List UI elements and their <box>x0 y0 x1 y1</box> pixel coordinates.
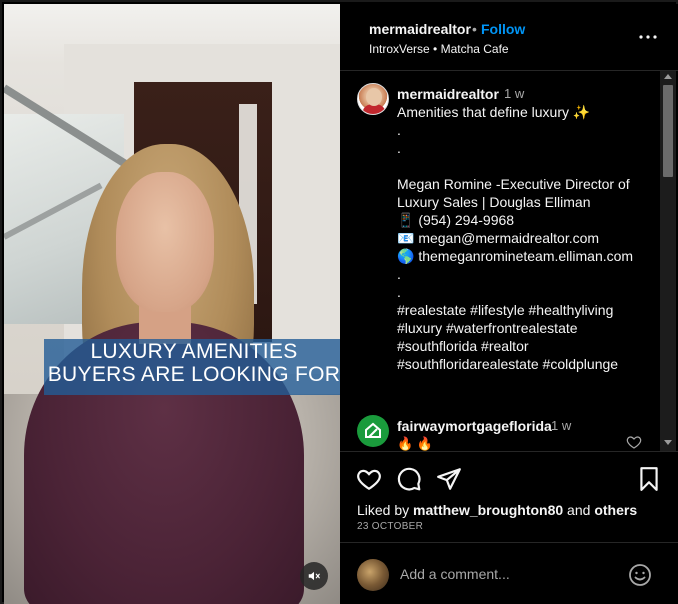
save-bookmark-icon[interactable] <box>636 466 662 492</box>
post-actions: Liked by matthew_broughton80 and others … <box>340 451 678 541</box>
mute-button[interactable] <box>300 562 328 590</box>
post-dialog: LUXURY AMENITIES BUYERS ARE LOOKING FOR … <box>0 0 678 604</box>
header-separator: • <box>472 21 477 37</box>
scrollbar-thumb[interactable] <box>663 85 673 177</box>
caption-timestamp: 1 w <box>504 86 525 101</box>
video-caption-line-2: BUYERS ARE LOOKING FOR <box>47 363 340 386</box>
video-person-face <box>116 172 214 312</box>
comment-like-icon[interactable] <box>626 434 642 450</box>
liked-by-others[interactable]: others <box>594 502 637 518</box>
scroll-down-arrow-icon[interactable] <box>664 440 672 445</box>
header-subtitle[interactable]: IntroxVerse • Matcha Cafe <box>369 42 509 56</box>
comment-username[interactable]: fairwaymortgageflorida <box>397 418 552 434</box>
author-avatar[interactable] <box>357 83 389 115</box>
current-user-avatar <box>357 559 389 591</box>
comments-scrollbar[interactable] <box>660 71 676 451</box>
post-header: mermaidrealtor • Follow IntroxVerse • Ma… <box>340 4 678 71</box>
header-username[interactable]: mermaidrealtor <box>369 21 471 37</box>
video-caption-line-1: LUXURY AMENITIES <box>90 340 298 363</box>
scroll-up-arrow-icon[interactable] <box>664 74 672 79</box>
post-video[interactable]: LUXURY AMENITIES BUYERS ARE LOOKING FOR <box>4 4 340 604</box>
speaker-muted-icon <box>308 571 320 581</box>
more-options-icon[interactable] <box>638 28 658 46</box>
house-logo-icon <box>365 422 381 438</box>
video-caption: LUXURY AMENITIES BUYERS ARE LOOKING FOR <box>44 340 340 386</box>
liked-by-middle: and <box>563 502 595 518</box>
emoji-smiley-icon[interactable] <box>628 563 652 587</box>
commenter-avatar[interactable] <box>357 415 389 447</box>
liked-by-text: Liked by matthew_broughton80 and others <box>357 502 637 518</box>
liked-by-user[interactable]: matthew_broughton80 <box>413 502 563 518</box>
comment-text: 🔥 🔥 <box>397 436 433 451</box>
comment-bubble-icon[interactable] <box>396 466 422 492</box>
follow-button[interactable]: Follow <box>481 21 525 37</box>
comment-input[interactable] <box>400 563 620 585</box>
like-heart-icon[interactable] <box>356 466 382 492</box>
add-comment-bar <box>340 542 678 604</box>
caption-text: Amenities that define luxury ✨ . . Megan… <box>397 104 634 372</box>
comments-list: mermaidrealtor 1 w Amenities that define… <box>340 71 660 451</box>
share-send-icon[interactable] <box>436 466 462 492</box>
liked-by-prefix: Liked by <box>357 502 414 518</box>
post-date: 23 OCTOBER <box>357 521 424 532</box>
comment-timestamp: 1 w <box>551 418 572 433</box>
post-side-panel: mermaidrealtor • Follow IntroxVerse • Ma… <box>340 4 678 604</box>
caption-username[interactable]: mermaidrealtor <box>397 86 499 102</box>
